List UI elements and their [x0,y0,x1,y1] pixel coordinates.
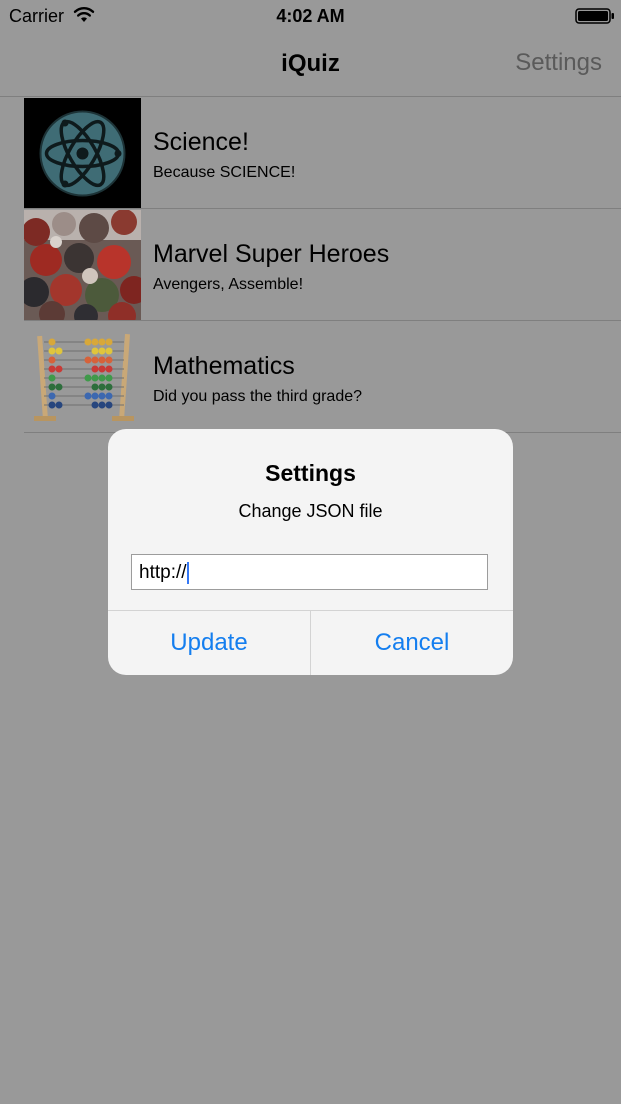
json-url-value: http:// [139,562,189,584]
quiz-row-science[interactable]: Science! Because SCIENCE! [0,97,621,209]
alert-title: Settings [265,460,356,486]
navigation-bar: iQuiz Settings [0,32,621,97]
cancel-button[interactable]: Cancel [311,611,513,675]
marvel-heroes-image [24,210,141,321]
alert-button-row: Update Cancel [108,610,513,675]
status-time: 4:02 AM [276,6,345,26]
battery-icon [575,8,615,24]
text-caret [186,562,189,584]
quiz-title: Science! [153,128,249,156]
json-url-input[interactable]: http:// [131,554,488,590]
quiz-subtitle: Avengers, Assemble! [153,276,304,293]
quiz-list: Science! Because SCIENCE! Marvel Super H… [0,97,621,433]
status-bar: Carrier 4:02 AM [0,0,621,32]
quiz-title: Marvel Super Heroes [153,240,390,268]
update-button[interactable]: Update [108,611,310,675]
abacus-icon [24,322,141,433]
quiz-title: Mathematics [153,352,295,380]
atom-icon [24,98,141,209]
quiz-row-marvel[interactable]: Marvel Super Heroes Avengers, Assemble! [0,209,621,321]
quiz-subtitle: Because SCIENCE! [153,164,296,181]
settings-button[interactable]: Settings [515,49,602,77]
quiz-row-mathematics[interactable]: Mathematics Did you pass the third grade… [0,321,621,433]
alert-message: Change JSON file [238,501,383,521]
settings-alert: Settings Change JSON file http:// Update… [108,429,513,675]
quiz-subtitle: Did you pass the third grade? [153,388,363,405]
